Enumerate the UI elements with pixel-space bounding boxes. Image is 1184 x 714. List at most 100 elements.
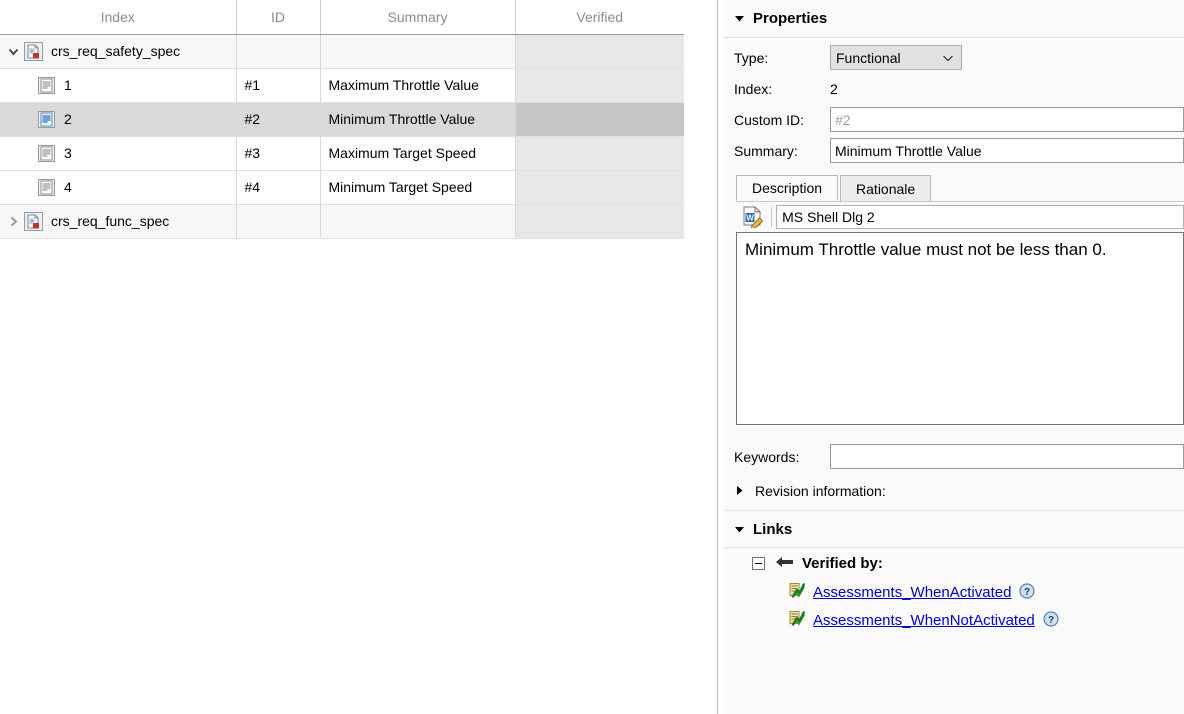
triangle-down-icon: [734, 13, 745, 24]
keywords-row: Keywords:: [724, 441, 1184, 472]
requirements-table-panel: Index ID Summary Verified crs_req_safety…: [0, 0, 717, 714]
index-row: Index: 2: [724, 73, 1184, 104]
link-item: Assessments_WhenActivated?: [724, 578, 1184, 606]
cell-id: #2: [236, 102, 320, 136]
cell-summary: [320, 204, 515, 238]
column-header-verified[interactable]: Verified: [515, 0, 684, 34]
cell-index: 1: [0, 68, 236, 102]
links-section-title: Links: [753, 521, 792, 538]
table-header-row: Index ID Summary Verified: [0, 0, 684, 34]
cell-summary: [320, 34, 515, 68]
cell-verified: [515, 204, 684, 238]
row-index-label: 3: [64, 145, 72, 161]
svg-text:?: ?: [1024, 586, 1030, 597]
table-row[interactable]: crs_req_safety_spec: [0, 34, 684, 68]
revision-information-label: Revision information:: [755, 483, 886, 499]
link-target-link[interactable]: Assessments_WhenNotActivated: [813, 612, 1035, 629]
row-index-label: 1: [64, 77, 72, 93]
index-value: 2: [830, 81, 838, 97]
custom-id-row: Custom ID:: [724, 104, 1184, 135]
link-left-arrow-icon: [775, 555, 794, 572]
type-select[interactable]: Functional: [830, 45, 962, 70]
table-row[interactable]: 4#4Minimum Target Speed: [0, 170, 684, 204]
chevron-down-icon[interactable]: [4, 35, 22, 68]
link-group-label: Verified by:: [802, 555, 883, 572]
font-name-value: MS Shell Dlg 2: [782, 209, 875, 225]
chevron-down-icon: [942, 50, 954, 66]
cell-verified: [515, 136, 684, 170]
description-tab-strip: Description Rationale: [736, 174, 1184, 201]
cell-id: [236, 204, 320, 238]
requirements-table: Index ID Summary Verified crs_req_safety…: [0, 0, 684, 239]
requirement-icon: [35, 171, 57, 204]
type-select-value: Functional: [836, 50, 901, 66]
keywords-field[interactable]: [830, 444, 1184, 469]
table-row[interactable]: 1 #1Maximum Throttle Value: [0, 68, 684, 102]
keywords-label: Keywords:: [734, 449, 830, 465]
properties-body: Type: Functional Index: 2 Custom ID: Sum…: [724, 38, 1184, 510]
index-label: Index:: [734, 81, 830, 97]
summary-row: Summary:: [724, 135, 1184, 166]
column-header-index[interactable]: Index: [0, 0, 236, 34]
properties-panel: Properties Type: Functional Index: 2 Cus…: [724, 0, 1184, 714]
word-edit-icon[interactable]: W: [738, 204, 767, 230]
table-row[interactable]: 3#3Maximum Target Speed: [0, 136, 684, 170]
table-row[interactable]: crs_req_func_spec: [0, 204, 684, 238]
custom-id-field[interactable]: [830, 107, 1184, 132]
cell-summary: Minimum Throttle Value: [320, 102, 515, 136]
help-question-icon[interactable]: ?: [1043, 611, 1059, 630]
font-name-field[interactable]: MS Shell Dlg 2: [776, 205, 1184, 229]
tab-description[interactable]: Description: [736, 175, 838, 201]
spec-file-icon: [22, 35, 44, 68]
summary-label: Summary:: [734, 143, 830, 159]
description-text-area[interactable]: Minimum Throttle value must not be less …: [736, 232, 1184, 425]
test-assessment-icon: [788, 610, 805, 630]
requirements-editor: Index ID Summary Verified crs_req_safety…: [0, 0, 1184, 714]
triangle-right-icon: [734, 483, 745, 499]
cell-verified: [515, 102, 684, 136]
links-body: Verified by:Assessments_WhenActivated?As…: [724, 548, 1184, 634]
cell-verified: [515, 68, 684, 102]
chevron-right-icon[interactable]: [4, 205, 22, 238]
cell-index: 3: [0, 136, 236, 170]
svg-text:W: W: [746, 214, 754, 223]
properties-section-header[interactable]: Properties: [724, 0, 1184, 38]
spec-file-icon: [22, 205, 44, 238]
link-group: Verified by:: [724, 548, 1184, 578]
toolbar-separator: [771, 207, 772, 227]
cell-summary: Maximum Throttle Value: [320, 68, 515, 102]
row-index-label: 4: [64, 179, 72, 195]
summary-field[interactable]: [830, 138, 1184, 163]
requirement-icon: [35, 69, 57, 102]
column-header-summary[interactable]: Summary: [320, 0, 515, 34]
cell-id: #4: [236, 170, 320, 204]
type-label: Type:: [734, 50, 830, 66]
table-row[interactable]: 2 #2Minimum Throttle Value: [0, 102, 684, 136]
cell-id: #1: [236, 68, 320, 102]
table-header: Index ID Summary Verified: [0, 0, 684, 34]
cell-index: 2: [0, 102, 236, 136]
properties-section-title: Properties: [753, 10, 827, 27]
requirement-icon: [35, 137, 57, 170]
link-target-link[interactable]: Assessments_WhenActivated: [813, 584, 1011, 601]
tab-rationale[interactable]: Rationale: [840, 175, 931, 201]
cell-id: [236, 34, 320, 68]
help-question-icon[interactable]: ?: [1019, 583, 1035, 602]
description-toolbar: W MS Shell Dlg 2: [736, 201, 1184, 232]
table-body: crs_req_safety_spec 1 #1Maximum Throttle V…: [0, 34, 684, 238]
cell-index: crs_req_func_spec: [0, 204, 236, 238]
link-item: Assessments_WhenNotActivated?: [724, 606, 1184, 634]
cell-verified: [515, 34, 684, 68]
cell-index: 4: [0, 170, 236, 204]
type-row: Type: Functional: [724, 42, 1184, 73]
links-section-header[interactable]: Links: [724, 510, 1184, 548]
revision-information-row[interactable]: Revision information:: [724, 472, 1184, 510]
cell-summary: Maximum Target Speed: [320, 136, 515, 170]
row-index-label: 2: [64, 111, 72, 127]
collapse-expander-icon[interactable]: [752, 557, 765, 570]
test-assessment-icon: [788, 582, 805, 602]
custom-id-label: Custom ID:: [734, 112, 830, 128]
triangle-down-icon: [734, 524, 745, 535]
row-index-label: crs_req_func_spec: [51, 213, 169, 229]
column-header-id[interactable]: ID: [236, 0, 320, 34]
